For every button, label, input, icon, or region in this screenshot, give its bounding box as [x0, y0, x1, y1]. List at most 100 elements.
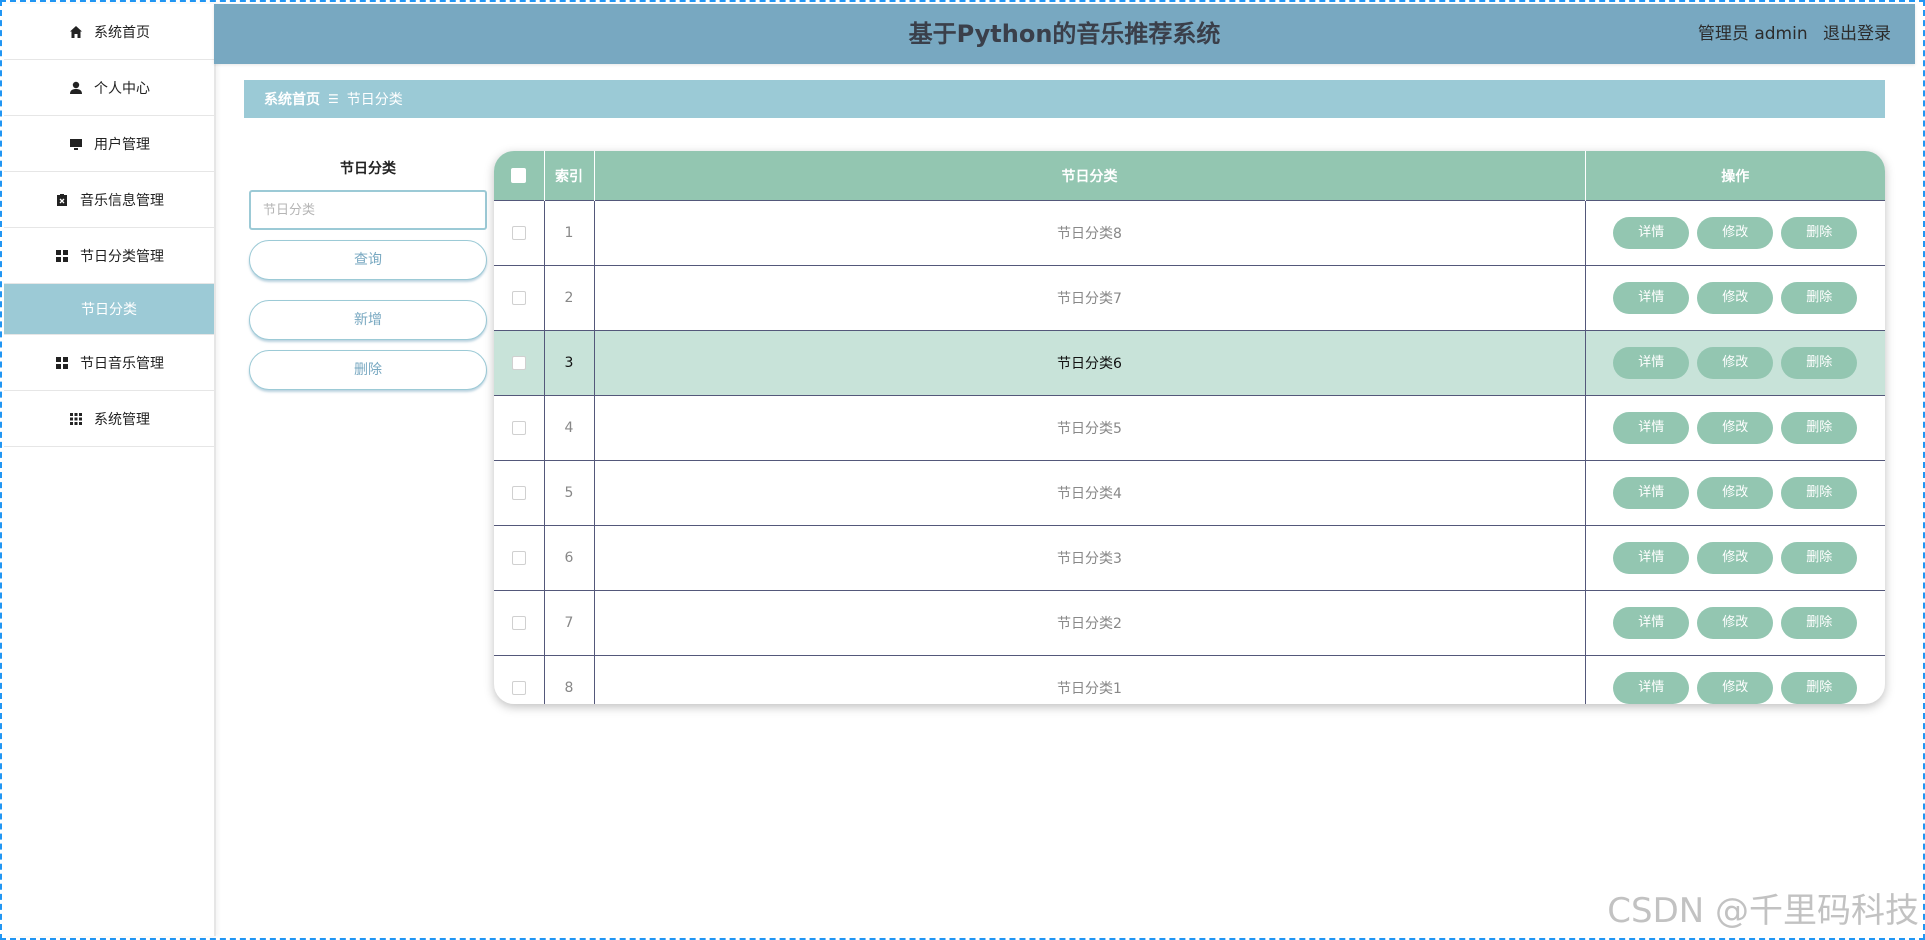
add-button[interactable]: 新增 — [249, 300, 487, 340]
row-name: 节日分类5 — [594, 395, 1586, 461]
column-header-actions: 操作 — [1585, 151, 1885, 201]
row-index: 4 — [544, 395, 595, 461]
sidebar: 系统首页 个人中心 用户管理 音乐信息管理 节日分类管理 节日分类 节日音乐管理 — [4, 4, 216, 936]
edit-button[interactable]: 修改 — [1697, 347, 1774, 379]
sidebar-item-label: 个人中心 — [94, 80, 150, 97]
row-name: 节日分类4 — [594, 460, 1586, 526]
row-index: 6 — [544, 525, 595, 591]
sidebar-item-holiday-music-mgmt[interactable]: 节日音乐管理 — [4, 335, 214, 391]
table-row[interactable]: 4 节日分类5 详情 修改 删除 — [494, 395, 1885, 461]
delete-button[interactable]: 删除 — [1781, 217, 1858, 249]
search-input[interactable] — [249, 190, 487, 230]
breadcrumb-current: 节日分类 — [346, 92, 403, 108]
row-checkbox[interactable] — [511, 421, 526, 435]
row-name: 节日分类1 — [594, 655, 1586, 704]
row-checkbox[interactable] — [511, 551, 526, 565]
delete-button[interactable]: 删除 — [1781, 542, 1858, 574]
row-name: 节日分类3 — [594, 525, 1586, 591]
home-icon — [68, 24, 84, 40]
table-row[interactable]: 3 节日分类6 详情 修改 删除 — [494, 330, 1885, 396]
row-checkbox[interactable] — [511, 486, 526, 500]
breadcrumb-home[interactable]: 系统首页 — [264, 89, 320, 109]
table-row[interactable]: 6 节日分类3 详情 修改 删除 — [494, 525, 1885, 591]
delete-button[interactable]: 删除 — [1781, 607, 1858, 639]
delete-button[interactable]: 删除 — [1781, 412, 1858, 444]
row-actions: 详情 修改 删除 — [1585, 655, 1885, 704]
column-header-name: 节日分类 — [594, 151, 1586, 201]
detail-button[interactable]: 详情 — [1613, 282, 1690, 314]
detail-button[interactable]: 详情 — [1613, 672, 1690, 704]
table-row[interactable]: 1 节日分类8 详情 修改 删除 — [494, 200, 1885, 266]
row-index: 1 — [544, 200, 595, 266]
sidebar-item-music-info[interactable]: 音乐信息管理 — [4, 172, 214, 228]
detail-button[interactable]: 详情 — [1613, 347, 1690, 379]
monitor-icon — [68, 136, 84, 152]
detail-button[interactable]: 详情 — [1613, 542, 1690, 574]
detail-button[interactable]: 详情 — [1613, 412, 1690, 444]
table-row[interactable]: 8 节日分类1 详情 修改 删除 — [494, 655, 1885, 704]
row-checkbox[interactable] — [511, 681, 526, 695]
app-title: 基于Python的音乐推荐系统 — [908, 20, 1221, 48]
edit-button[interactable]: 修改 — [1697, 672, 1774, 704]
select-all-checkbox[interactable] — [511, 168, 527, 183]
row-checkbox[interactable] — [511, 356, 526, 370]
row-name: 节日分类8 — [594, 200, 1586, 266]
row-index: 5 — [544, 460, 595, 526]
current-user: 管理员 admin — [1697, 24, 1808, 44]
table-row[interactable]: 7 节日分类2 详情 修改 删除 — [494, 590, 1885, 656]
edit-button[interactable]: 修改 — [1697, 412, 1774, 444]
detail-button[interactable]: 详情 — [1613, 477, 1690, 509]
row-checkbox[interactable] — [511, 226, 526, 240]
edit-button[interactable]: 修改 — [1697, 217, 1774, 249]
row-name: 节日分类7 — [594, 265, 1586, 331]
sidebar-item-label: 音乐信息管理 — [80, 192, 164, 209]
row-actions: 详情 修改 删除 — [1585, 460, 1885, 526]
row-actions: 详情 修改 删除 — [1585, 395, 1885, 461]
sidebar-item-system[interactable]: 系统管理 — [4, 391, 214, 447]
row-actions: 详情 修改 删除 — [1585, 330, 1885, 396]
sidebar-item-holiday-category-mgmt[interactable]: 节日分类管理 — [4, 228, 214, 284]
grid-icon — [54, 355, 70, 371]
sidebar-item-label: 节日分类管理 — [80, 248, 164, 265]
row-index: 8 — [544, 655, 595, 704]
row-name: 节日分类2 — [594, 590, 1586, 656]
sidebar-item-label: 用户管理 — [94, 136, 150, 153]
delete-button[interactable]: 删除 — [1781, 282, 1858, 314]
sidebar-item-users[interactable]: 用户管理 — [4, 116, 214, 172]
query-button[interactable]: 查询 — [249, 240, 487, 280]
delete-selected-button[interactable]: 删除 — [249, 350, 487, 390]
apps-icon — [68, 411, 84, 427]
table-header-row: 索引 节日分类 操作 — [494, 151, 1885, 201]
sidebar-item-label: 系统管理 — [94, 411, 150, 428]
edit-button[interactable]: 修改 — [1697, 542, 1774, 574]
row-name: 节日分类6 — [594, 330, 1586, 396]
row-actions: 详情 修改 删除 — [1585, 525, 1885, 591]
sidebar-item-holiday-category[interactable]: 节日分类 — [4, 284, 214, 335]
row-index: 3 — [544, 330, 595, 396]
edit-button[interactable]: 修改 — [1697, 282, 1774, 314]
sidebar-item-label: 节日音乐管理 — [80, 355, 164, 372]
breadcrumb-separator-icon: ☰ — [328, 92, 339, 106]
edit-button[interactable]: 修改 — [1697, 607, 1774, 639]
row-checkbox[interactable] — [511, 291, 526, 305]
grid-icon — [54, 248, 70, 264]
detail-button[interactable]: 详情 — [1613, 217, 1690, 249]
clipboard-icon — [54, 192, 70, 208]
logout-link[interactable]: 退出登录 — [1823, 24, 1891, 44]
row-index: 2 — [544, 265, 595, 331]
delete-button[interactable]: 删除 — [1781, 347, 1858, 379]
row-actions: 详情 修改 删除 — [1585, 200, 1885, 266]
sidebar-item-home[interactable]: 系统首页 — [4, 4, 214, 60]
table-row[interactable]: 2 节日分类7 详情 修改 删除 — [494, 265, 1885, 331]
delete-button[interactable]: 删除 — [1781, 672, 1858, 704]
delete-button[interactable]: 删除 — [1781, 477, 1858, 509]
column-header-index: 索引 — [544, 151, 595, 201]
select-all-cell[interactable] — [494, 151, 545, 201]
detail-button[interactable]: 详情 — [1613, 607, 1690, 639]
table-row[interactable]: 5 节日分类4 详情 修改 删除 — [494, 460, 1885, 526]
edit-button[interactable]: 修改 — [1697, 477, 1774, 509]
row-checkbox[interactable] — [511, 616, 526, 630]
row-actions: 详情 修改 删除 — [1585, 590, 1885, 656]
sidebar-item-profile[interactable]: 个人中心 — [4, 60, 214, 116]
sidebar-item-label: 节日分类 — [81, 302, 137, 318]
